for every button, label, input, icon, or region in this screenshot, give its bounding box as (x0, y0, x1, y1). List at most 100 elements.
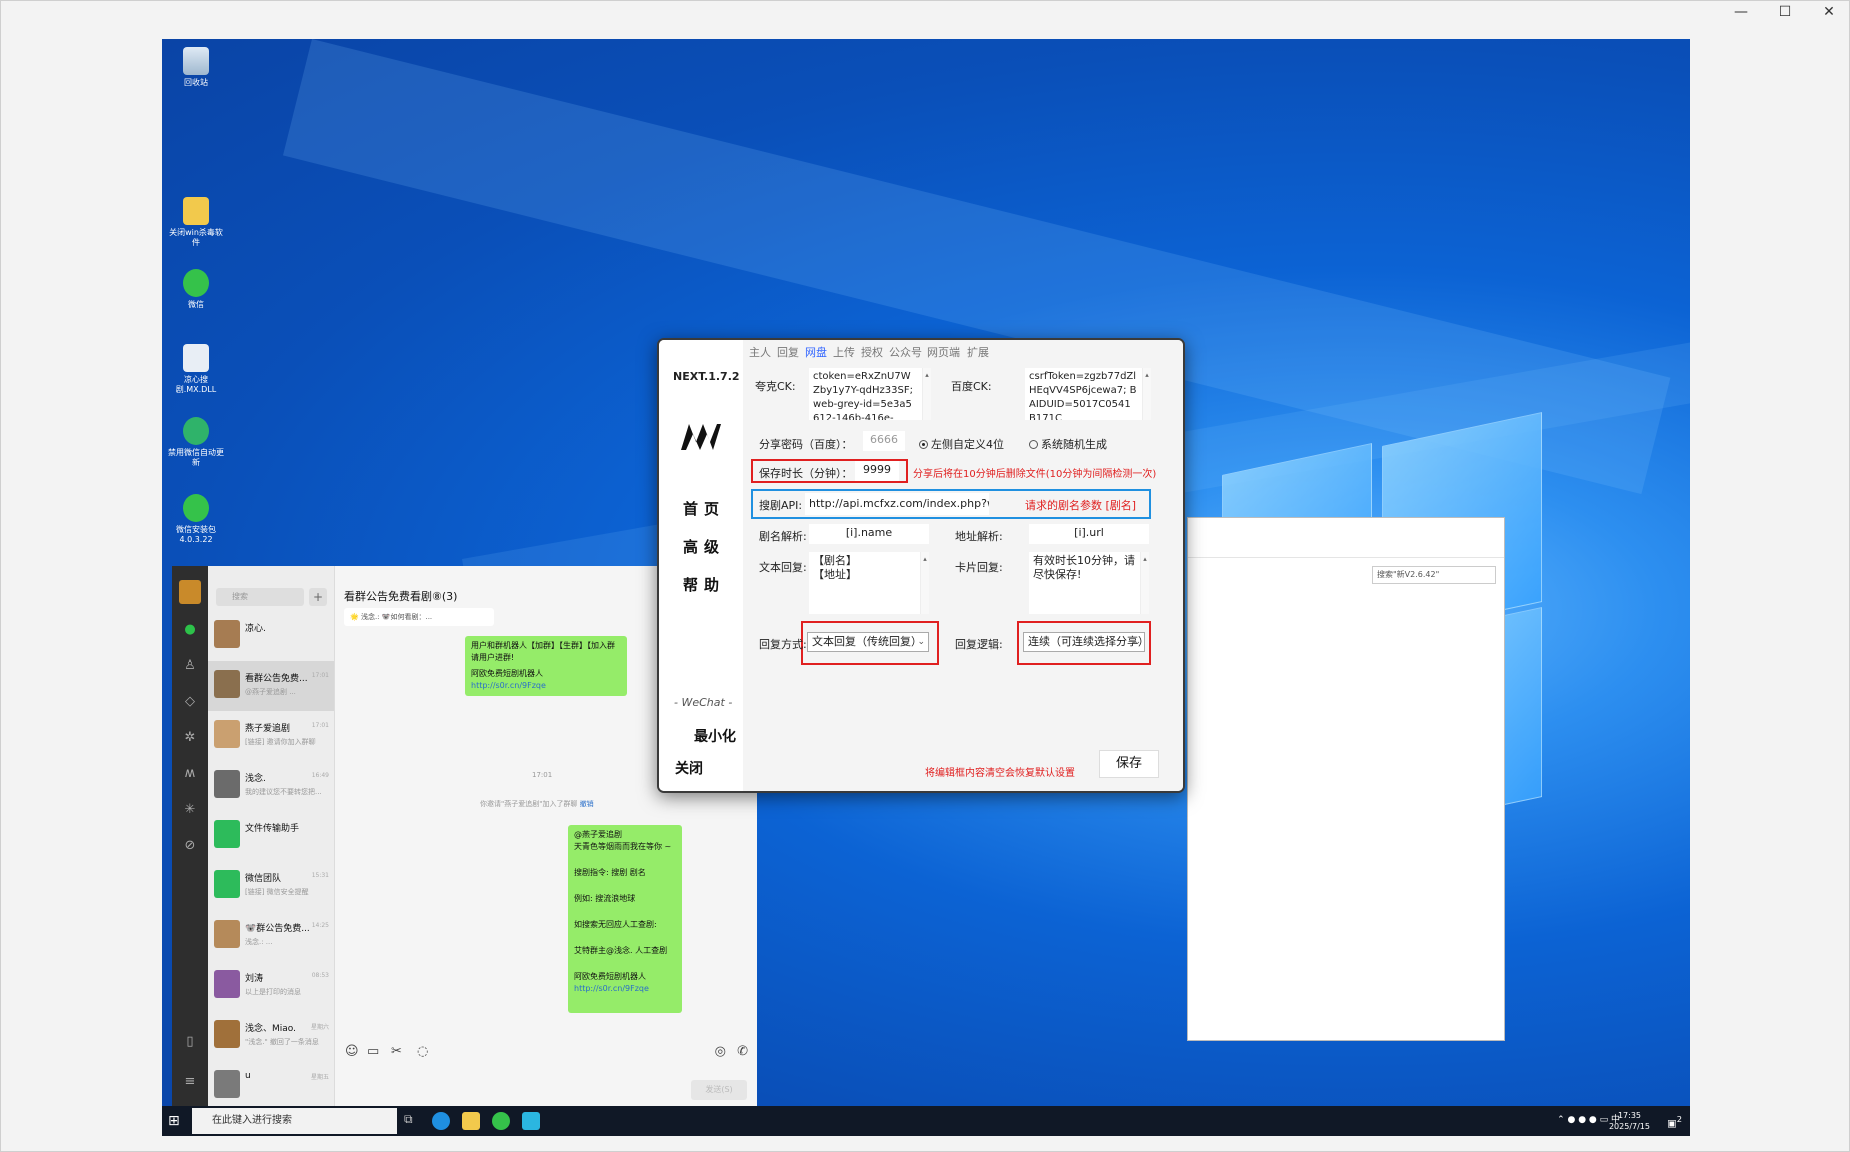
contact-list-item[interactable]: 浅念. 我的建议您不要转您把... 16:49 (208, 761, 334, 811)
contacts-icon[interactable]: ♙ (182, 658, 198, 674)
phone-call-icon[interactable]: ✆ (737, 1044, 748, 1059)
contact-list-item[interactable]: 凉心. (208, 611, 334, 661)
name-parse-input[interactable]: [i].name (809, 524, 929, 544)
close-button[interactable]: ✕ (1807, 3, 1850, 21)
explorer-window[interactable]: 搜索"新V2.6.42" (1187, 517, 1505, 1041)
baidu-ck-field[interactable]: csrfToken=zgzb77dZlHEqVV4SP6jcewa7; BAID… (1025, 368, 1151, 420)
file-explorer-icon[interactable] (462, 1112, 480, 1130)
tab-auth[interactable]: 授权 (861, 344, 883, 360)
notification-icon[interactable]: ▣2 (1667, 1114, 1682, 1129)
search-api-input[interactable]: http://api.mcfxz.com/index.php?word=[剧名] (805, 493, 989, 515)
folder-icon (183, 197, 209, 225)
desktop-shortcut-disable-update[interactable]: 禁用微信自动更新 (166, 417, 226, 468)
send-button[interactable]: 发送(S) (691, 1080, 747, 1100)
menu-icon[interactable]: ≡ (182, 1074, 198, 1090)
moments-icon[interactable]: ✲ (182, 730, 198, 746)
system-time: 17:01 (532, 771, 553, 779)
taskbar-clock[interactable]: 17:35 2025/7/15 (1609, 1110, 1650, 1132)
taskbar: ⊞ 在此键入进行搜索 ⧉ ⌃ ● ● ● ▭ 中 17:35 2025/7/15… (162, 1106, 1690, 1136)
reply-mode-label: 回复方式: (759, 638, 807, 651)
taskbar-search-input[interactable]: 在此键入进行搜索 (192, 1108, 397, 1134)
scrollbar[interactable]: ▴ (920, 552, 929, 614)
app-taskbar-icon[interactable] (522, 1112, 540, 1130)
emoji-icon[interactable]: ☺ (345, 1044, 359, 1059)
user-avatar[interactable] (179, 580, 201, 604)
task-view-icon[interactable]: ⧉ (404, 1112, 422, 1130)
app-logo-icon (681, 424, 721, 450)
desktop-shortcut-antivirus[interactable]: 关闭win杀毒软件 (166, 197, 226, 248)
tool-close-button[interactable]: 关闭 (675, 758, 703, 778)
tool-minimize-button[interactable]: 最小化 (694, 726, 736, 746)
explorer-search-input[interactable]: 搜索"新V2.6.42" (1372, 566, 1496, 584)
chat-icon[interactable]: ● (182, 622, 198, 638)
bot-tool-window[interactable]: NEXT.1.7.2 首页 高级 帮助 - WeChat - 最小化 关闭 主人… (657, 338, 1185, 793)
chat-bubble-icon[interactable]: ◌ (417, 1044, 428, 1059)
contact-list-item[interactable]: 刘涛 以上是打印的消息 08:53 (208, 961, 334, 1011)
nav-help[interactable]: 帮助 (683, 574, 725, 595)
undo-link[interactable]: 撤销 (580, 800, 594, 808)
contact-name: 凉心. (245, 624, 266, 634)
text-reply-field[interactable]: 【剧名】 【地址】 ▴ (809, 552, 929, 614)
url-parse-input[interactable]: [i].url (1029, 524, 1149, 544)
minimize-button[interactable]: — (1719, 3, 1763, 21)
favorites-icon[interactable]: ◇ (182, 694, 198, 710)
tab-upload[interactable]: 上传 (833, 344, 855, 360)
chat-title: 看群公告免费看剧⑧(3) (344, 590, 458, 603)
quark-ck-field[interactable]: ctoken=eRxZnU7WZby1y7Y-qdHz33SF; web-gre… (809, 368, 931, 420)
mini-program-icon[interactable]: ⊘ (182, 838, 198, 854)
tab-reply[interactable]: 回复 (777, 344, 799, 360)
contact-list-item[interactable]: 燕子爱追剧 [链接] 邀请你加入群聊 17:01 (208, 711, 334, 761)
contact-list-item[interactable]: 浅念、Miao. "浅念." 撤回了一条消息 星期六 (208, 1011, 334, 1061)
maximize-button[interactable]: ☐ (1763, 3, 1807, 21)
nav-advanced[interactable]: 高级 (683, 536, 725, 557)
recycle-bin-icon[interactable]: 回收站 (166, 47, 226, 88)
desktop-shortcut-wechat[interactable]: 微信 (166, 269, 226, 310)
message-link[interactable]: http://s0r.cn/9Fzqe (471, 680, 621, 692)
save-duration-input[interactable]: 9999 (855, 461, 899, 481)
phone-icon[interactable]: ▯ (182, 1034, 198, 1050)
contact-list-item[interactable]: 文件传输助手 (208, 811, 334, 861)
contact-name: 刘涛 (245, 974, 264, 984)
start-icon[interactable]: ⊞ (168, 1112, 186, 1130)
scrollbar[interactable]: ▴ (922, 368, 931, 420)
tab-web[interactable]: 网页端 (927, 344, 960, 360)
scissors-icon[interactable]: ✂ (391, 1044, 402, 1059)
tab-official-account[interactable]: 公众号 (889, 344, 922, 360)
nav-home[interactable]: 首页 (683, 498, 725, 519)
reply-logic-select[interactable]: 连续（可连续选择分享） ⌄ (1023, 632, 1145, 652)
system-message: 你邀请"燕子爱追剧"加入了群聊 撤销 (480, 799, 594, 809)
radio-random-password[interactable]: 系统随机生成 (1029, 436, 1107, 452)
tab-owner[interactable]: 主人 (749, 344, 771, 360)
contact-list-item[interactable]: 🐨群公告免费... 浅念.: ... 14:25 (208, 911, 334, 961)
contact-avatar (214, 720, 240, 748)
voice-call-icon[interactable]: ◎ (715, 1044, 726, 1059)
contact-name: 看群公告免费... (245, 674, 308, 684)
card-reply-field[interactable]: 有效时长10分钟，请尽快保存! ▴ (1029, 552, 1149, 614)
desktop-shortcut-dll[interactable]: 凉心搜剧.MX.DLL (166, 344, 226, 395)
radio-custom-password[interactable]: 左侧自定义4位 (919, 436, 1004, 452)
message-bubble[interactable]: @燕子爱追剧 天青色等烟雨而我在等你 ~ 搜剧指令: 搜剧 剧名 例如: 搜流浪… (568, 825, 682, 1013)
desktop-shortcut-installer[interactable]: 微信安装包4.0.3.22 (166, 494, 226, 545)
wechat-search-input[interactable]: 搜索 (216, 588, 304, 606)
edge-icon[interactable] (432, 1112, 450, 1130)
reply-mode-select[interactable]: 文本回复（传统回复） ⌄ (807, 632, 929, 652)
share-password-input[interactable]: 6666 (863, 431, 905, 451)
contact-list-item[interactable]: 看群公告免费... @燕子爱追剧 ... 17:01 (208, 661, 334, 711)
scrollbar[interactable]: ▴ (1140, 552, 1149, 614)
message-link[interactable]: http://s0r.cn/9Fzqe (574, 983, 676, 995)
scrollbar[interactable]: ▴ (1142, 368, 1151, 420)
folder-icon[interactable]: ▭ (367, 1044, 379, 1059)
contact-preview: @燕子爱追剧 ... (245, 688, 296, 696)
pinned-message[interactable]: 🌟 浅念.: 🐨如何看剧：... (344, 608, 494, 626)
tab-netdisk[interactable]: 网盘 (805, 344, 827, 360)
contact-list-item[interactable]: u 星期五 (208, 1061, 334, 1106)
tab-extend[interactable]: 扩展 (967, 344, 989, 360)
wechat-taskbar-icon[interactable] (492, 1112, 510, 1130)
add-icon[interactable]: + (309, 588, 327, 606)
search-feature-icon[interactable]: ✳ (182, 802, 198, 818)
save-button[interactable]: 保存 (1099, 750, 1159, 778)
message-bubble[interactable]: 用户和群机器人【加群】【生群】【加入群 请用户进群! 阿欧免费短剧机器人 htt… (465, 636, 627, 696)
contact-avatar (214, 770, 240, 798)
channels-icon[interactable]: ʍ (182, 766, 198, 782)
contact-list-item[interactable]: 微信团队 [链接] 微信安全提醒 15:31 (208, 861, 334, 911)
